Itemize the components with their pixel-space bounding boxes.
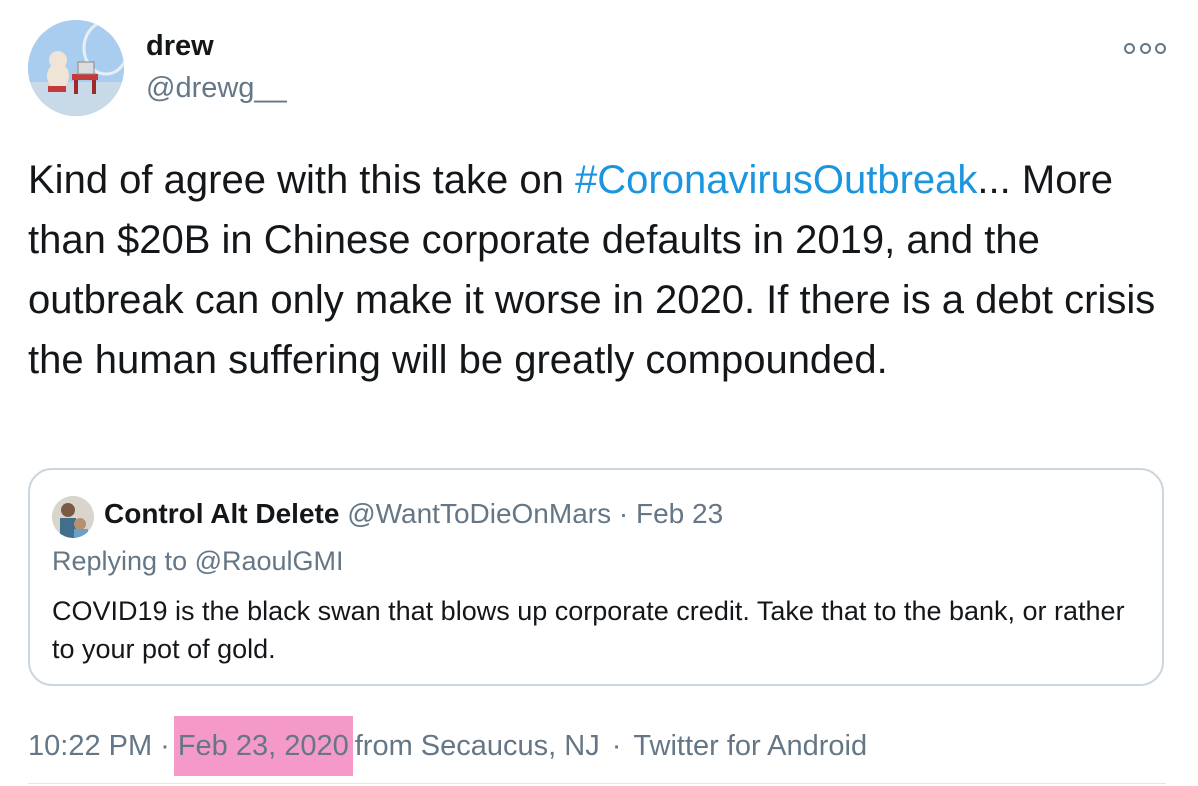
tweet-text: Kind of agree with this take on #Coronav… [28,150,1168,390]
tweet-location[interactable]: from Secaucus, NJ [355,726,600,766]
author-handle[interactable]: @drewg__ [146,72,287,105]
meta-separator: · [160,730,170,762]
quoted-text: COVID19 is the black swan that blows up … [52,596,1125,664]
author-avatar[interactable] [28,20,124,116]
tweet-text-before: Kind of agree with this take on [28,158,575,202]
quoted-handle: @WantToDieOnMars [347,498,612,529]
quoted-author-avatar[interactable] [52,496,94,538]
author-display-name[interactable]: drew [146,30,214,63]
tweet-time[interactable]: 10:22 PM [28,726,152,766]
more-dot [1124,42,1135,54]
quoted-separator: · [618,498,629,529]
quoted-display-name: Control Alt Delete [104,498,340,529]
divider [28,783,1166,784]
quoted-date: Feb 23 [636,498,724,529]
quoted-tweet[interactable]: Control Alt Delete @WantToDieOnMars · Fe… [28,468,1164,686]
tweet-card: drew @drewg__ Kind of agree with this ta… [0,0,1198,786]
tweet-meta: 10:22 PM · Feb 23, 2020 from Secaucus, N… [28,716,867,776]
meta-separator: · [611,730,622,762]
quoted-header: Control Alt Delete @WantToDieOnMars · Fe… [104,496,723,532]
more-options-icon[interactable] [1124,38,1166,58]
more-dot [1139,42,1151,54]
hashtag-link[interactable]: #CoronavirusOutbreak [575,158,977,202]
quoted-replying-to: Replying to @RaoulGMI [52,546,344,576]
tweet-date-highlighted[interactable]: Feb 23, 2020 [173,716,353,776]
more-dot [1155,42,1166,54]
tweet-source[interactable]: Twitter for Android [633,726,867,766]
